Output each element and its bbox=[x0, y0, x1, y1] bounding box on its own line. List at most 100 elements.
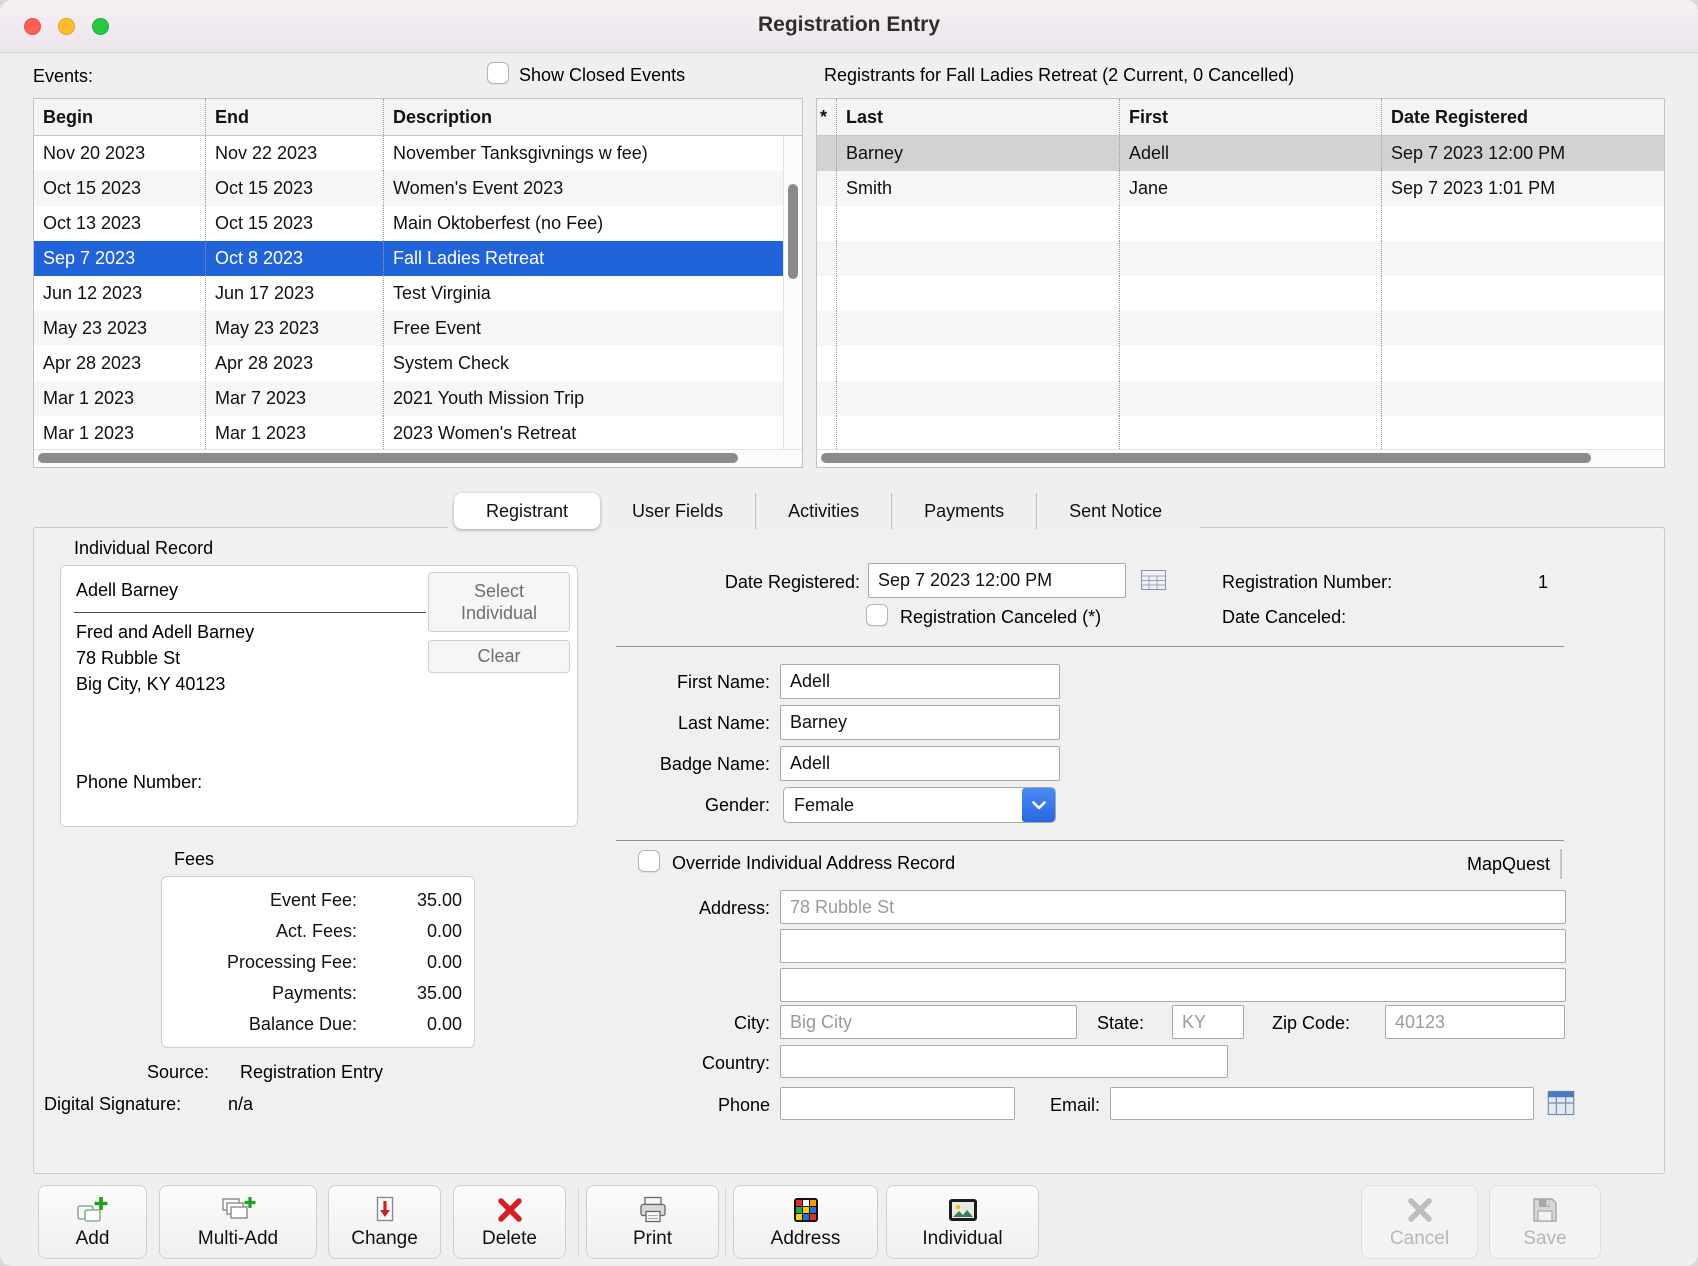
events-label: Events: bbox=[33, 66, 93, 87]
mapquest-button[interactable]: MapQuest bbox=[1444, 849, 1562, 879]
email-input[interactable] bbox=[1110, 1087, 1534, 1120]
registrant-date: Sep 7 2023 12:00 PM bbox=[1382, 136, 1664, 171]
address-line3-input[interactable] bbox=[780, 968, 1566, 1002]
override-address-checkbox[interactable] bbox=[638, 850, 660, 872]
event-description: Test Virginia bbox=[384, 276, 784, 311]
event-end: Oct 15 2023 bbox=[206, 171, 384, 206]
registration-entry-window: Registration Entry Events: Show Closed E… bbox=[0, 0, 1698, 1266]
event-description: Women's Event 2023 bbox=[384, 171, 784, 206]
registrant-row-selected[interactable]: BarneyAdellSep 7 2023 12:00 PM bbox=[817, 136, 1664, 171]
chevron-down-icon[interactable] bbox=[1022, 788, 1055, 822]
individual-phone-label: Phone Number: bbox=[76, 772, 202, 793]
first-name-input[interactable] bbox=[780, 664, 1060, 699]
events-horizontal-scrollbar[interactable] bbox=[34, 449, 802, 467]
column-header-begin[interactable]: Begin bbox=[34, 99, 206, 135]
registrants-table: * Last First Date Registered BarneyAdell… bbox=[816, 98, 1665, 468]
tab-activities[interactable]: Activities bbox=[755, 493, 891, 529]
event-end: Oct 15 2023 bbox=[206, 206, 384, 241]
events-vertical-scrollbar[interactable] bbox=[783, 136, 802, 450]
state-input[interactable] bbox=[1172, 1005, 1244, 1039]
registrant-last: Barney bbox=[837, 136, 1120, 171]
column-header-date-registered[interactable]: Date Registered bbox=[1382, 99, 1664, 135]
last-name-input[interactable] bbox=[780, 705, 1060, 740]
event-begin: Mar 1 2023 bbox=[34, 416, 206, 450]
address-line2-input[interactable] bbox=[780, 929, 1566, 963]
delete-icon bbox=[495, 1195, 525, 1225]
event-row[interactable]: Mar 1 2023Mar 1 20232023 Women's Retreat bbox=[34, 416, 784, 450]
column-header-first[interactable]: First bbox=[1120, 99, 1382, 135]
add-icon bbox=[76, 1195, 110, 1225]
registrant-row-empty bbox=[817, 416, 1664, 450]
fees-label: Fees bbox=[174, 849, 214, 870]
digital-signature-label: Digital Signature: bbox=[44, 1094, 181, 1115]
registrant-first: Adell bbox=[1120, 136, 1382, 171]
city-input[interactable] bbox=[780, 1005, 1077, 1039]
date-registered-input[interactable] bbox=[868, 563, 1126, 598]
change-button[interactable]: Change bbox=[328, 1185, 441, 1259]
scrollbar-thumb[interactable] bbox=[788, 184, 798, 279]
print-icon bbox=[636, 1195, 670, 1225]
event-row[interactable]: Mar 1 2023Mar 7 20232021 Youth Mission T… bbox=[34, 381, 784, 416]
event-end: Oct 8 2023 bbox=[206, 241, 384, 276]
address-line1-input[interactable] bbox=[780, 890, 1566, 924]
phone-input[interactable] bbox=[780, 1087, 1015, 1120]
registrant-row-empty bbox=[817, 311, 1664, 346]
event-begin: Sep 7 2023 bbox=[34, 241, 206, 276]
registrant-row[interactable]: SmithJaneSep 7 2023 1:01 PM bbox=[817, 171, 1664, 206]
registration-canceled-checkbox[interactable] bbox=[866, 604, 888, 626]
delete-button-label: Delete bbox=[482, 1228, 537, 1250]
column-header-star[interactable]: * bbox=[817, 99, 837, 135]
tab-registrant[interactable]: Registrant bbox=[454, 493, 600, 529]
event-description: 2023 Women's Retreat bbox=[384, 416, 784, 450]
individual-button[interactable]: Individual bbox=[886, 1185, 1039, 1259]
badge-name-input[interactable] bbox=[780, 746, 1060, 781]
cancel-button[interactable]: Cancel bbox=[1361, 1185, 1478, 1259]
fee-label: Processing Fee: bbox=[172, 952, 357, 973]
titlebar: Registration Entry bbox=[0, 0, 1698, 53]
gender-label: Gender: bbox=[560, 795, 770, 816]
calendar-icon[interactable] bbox=[1140, 568, 1168, 592]
show-closed-events-checkbox[interactable] bbox=[487, 62, 509, 84]
country-input[interactable] bbox=[780, 1045, 1228, 1078]
event-row[interactable]: Oct 15 2023Oct 15 2023Women's Event 2023 bbox=[34, 171, 784, 206]
event-row[interactable]: May 23 2023May 23 2023Free Event bbox=[34, 311, 784, 346]
select-individual-button[interactable]: Select Individual bbox=[428, 572, 570, 632]
event-end: Mar 1 2023 bbox=[206, 416, 384, 450]
override-address-label: Override Individual Address Record bbox=[672, 853, 955, 874]
address-label: Address: bbox=[560, 898, 770, 919]
source-label: Source: bbox=[147, 1062, 209, 1083]
zip-code-input[interactable] bbox=[1385, 1005, 1565, 1039]
clear-button[interactable]: Clear bbox=[428, 640, 570, 673]
event-begin: Nov 20 2023 bbox=[34, 136, 206, 171]
event-row[interactable]: Jun 12 2023Jun 17 2023Test Virginia bbox=[34, 276, 784, 311]
fee-label: Payments: bbox=[172, 983, 357, 1004]
contact-lookup-icon[interactable] bbox=[1546, 1088, 1576, 1118]
multi-add-button[interactable]: Multi-Add bbox=[159, 1185, 317, 1259]
registrants-table-body: BarneyAdellSep 7 2023 12:00 PM SmithJane… bbox=[817, 136, 1664, 450]
delete-button[interactable]: Delete bbox=[453, 1185, 566, 1259]
fee-label: Balance Due: bbox=[172, 1014, 357, 1035]
fee-value: 35.00 bbox=[357, 983, 464, 1004]
column-header-last[interactable]: Last bbox=[837, 99, 1120, 135]
tab-user-fields[interactable]: User Fields bbox=[600, 493, 755, 529]
tab-sent-notice[interactable]: Sent Notice bbox=[1036, 493, 1194, 529]
event-row[interactable]: Oct 13 2023Oct 15 2023Main Oktoberfest (… bbox=[34, 206, 784, 241]
column-header-description[interactable]: Description bbox=[384, 99, 802, 135]
tab-payments[interactable]: Payments bbox=[891, 493, 1036, 529]
event-row[interactable]: Apr 28 2023Apr 28 2023System Check bbox=[34, 346, 784, 381]
fee-row: Balance Due:0.00 bbox=[172, 1009, 464, 1040]
event-row-selected[interactable]: Sep 7 2023Oct 8 2023Fall Ladies Retreat bbox=[34, 241, 784, 276]
divider bbox=[616, 840, 1564, 841]
event-row[interactable]: Nov 20 2023Nov 22 2023November Tanksgivn… bbox=[34, 136, 784, 171]
fee-label: Event Fee: bbox=[172, 890, 357, 911]
print-button[interactable]: Print bbox=[586, 1185, 719, 1259]
column-header-end[interactable]: End bbox=[206, 99, 384, 135]
scrollbar-thumb[interactable] bbox=[821, 453, 1591, 463]
registrants-horizontal-scrollbar[interactable] bbox=[817, 449, 1664, 467]
scrollbar-thumb[interactable] bbox=[38, 453, 738, 463]
address-button[interactable]: Address bbox=[733, 1185, 878, 1259]
save-button[interactable]: Save bbox=[1489, 1185, 1601, 1259]
cancel-x-icon bbox=[1405, 1195, 1435, 1225]
add-button[interactable]: Add bbox=[38, 1185, 147, 1259]
gender-select[interactable]: Female bbox=[783, 787, 1056, 823]
